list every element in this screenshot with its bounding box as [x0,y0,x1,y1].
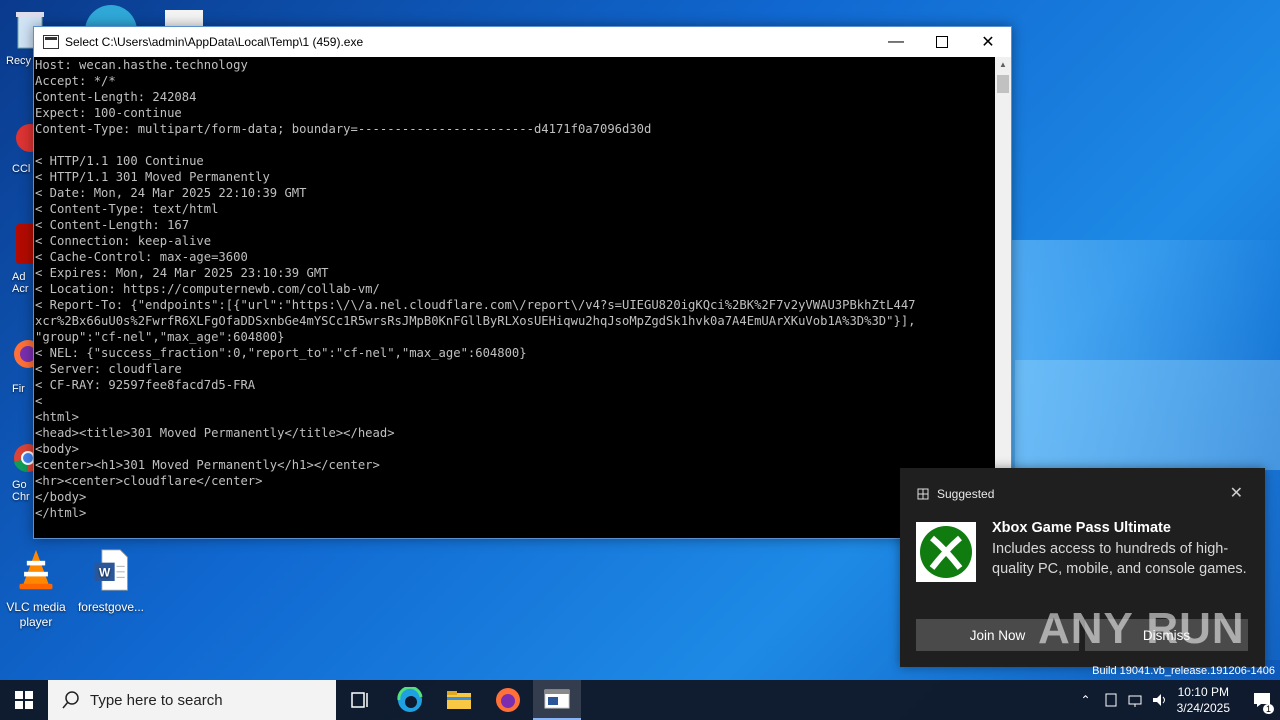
console-line: < Report-To: {"endpoints":[{"url":"https… [35,298,916,312]
vertical-scrollbar[interactable]: ▲ [995,57,1011,538]
task-view-button[interactable] [336,680,384,720]
notification-title: Xbox Game Pass Ultimate [992,520,1171,536]
console-line: < Connection: keep-alive [35,234,212,248]
console-line: xcr%2Bx66uU0s%2FwrfR6XLFgOfaDDSxnbGe4mYS… [35,314,916,328]
desktop-icon-label: VLC media player [6,600,66,629]
windows-logo-icon [15,691,33,709]
taskbar-edge-button[interactable] [386,680,434,720]
window-titlebar[interactable]: Select C:\Users\admin\AppData\Local\Temp… [34,27,1011,57]
console-line: Content-Type: multipart/form-data; bound… [35,122,652,136]
close-icon[interactable]: ✕ [1230,483,1243,503]
search-icon [62,691,79,709]
notification-center-button[interactable]: 1 [1244,680,1280,720]
desktop-icon-vlc[interactable]: VLC media player [0,548,72,630]
start-button[interactable] [0,680,48,720]
task-view-icon [351,692,368,708]
suggestion-icon [917,488,929,500]
minimize-button[interactable]: — [873,27,919,57]
clock-date: 3/24/2025 [1176,701,1230,715]
notification-description: Includes access to hundreds of high-qual… [992,541,1247,577]
console-line: Content-Length: 242084 [35,90,197,104]
console-line: < Location: https://computernewb.com/col… [35,282,380,296]
system-tray: ⌃ 10:10 PM 3/24/2025 1 [1081,680,1280,720]
console-line: <hr><center>cloudflare</center> [35,474,263,488]
console-line: "group":"cf-nel","max_age":604800} [35,330,285,344]
console-line: < Date: Mon, 24 Mar 2025 22:10:39 GMT [35,186,307,200]
taskbar-file-explorer-button[interactable] [435,680,483,720]
console-line: </html> [35,506,87,520]
console-output[interactable]: Host: wecan.hasthe.technology Accept: */*… [34,57,995,538]
vlc-cone-icon [19,549,53,590]
console-line: < [35,394,43,408]
wallpaper-light-beam [1015,360,1280,470]
console-line: < HTTP/1.1 100 Continue [35,154,204,168]
console-window[interactable]: Select C:\Users\admin\AppData\Local\Temp… [33,26,1012,539]
desktop-icon-word-doc[interactable]: W forestgove... [75,548,147,615]
console-app-icon [43,35,59,49]
scroll-up-arrow-icon[interactable]: ▲ [995,57,1011,73]
anyrun-watermark: ANY RUN [1038,604,1245,653]
console-line: <body> [35,442,80,456]
maximize-button[interactable] [919,27,965,57]
console-line: < HTTP/1.1 301 Moved Permanently [35,170,270,184]
scrollbar-thumb[interactable] [997,75,1009,93]
notification-header: Suggested [937,487,995,501]
firefox-icon [496,688,520,712]
console-line: < Content-Length: 167 [35,218,190,232]
taskbar-firefox-button[interactable] [484,680,532,720]
window-title: Select C:\Users\admin\AppData\Local\Temp… [65,35,364,49]
console-line: < Content-Type: text/html [35,202,219,216]
taskbar-clock[interactable]: 10:10 PM 3/24/2025 [1177,684,1230,716]
device-icon[interactable] [1103,692,1119,708]
word-document-icon: W [94,549,128,591]
console-line: < NEL: {"success_fraction":0,"report_to"… [35,346,527,360]
search-placeholder: Type here to search [90,691,223,709]
clock-time: 10:10 PM [1177,685,1229,699]
close-button[interactable]: ✕ [965,27,1011,57]
xbox-logo-icon [916,522,976,582]
edge-icon [397,687,423,712]
build-info: Build 19041.vb_release.191206-1406 [1092,665,1275,677]
notification-count-badge: 1 [1262,704,1274,714]
console-line: < CF-RAY: 92597fee8facd7d5-FRA [35,378,256,392]
console-line: Accept: */* [35,74,116,88]
console-line: <html> [35,410,80,424]
taskbar-search-box[interactable]: Type here to search [48,680,336,720]
network-icon[interactable] [1127,692,1143,708]
taskbar-console-button[interactable] [533,680,581,720]
console-line: <center><h1>301 Moved Permanently</h1></… [35,458,380,472]
console-line: < Cache-Control: max-age=3600 [35,250,248,264]
console-window-icon [544,689,570,709]
console-line: Expect: 100-continue [35,106,182,120]
console-line: <head><title>301 Moved Permanently</titl… [35,426,395,440]
console-line: </body> [35,490,87,504]
console-line: Host: wecan.hasthe.technology [35,58,248,72]
show-hidden-icons-chevron-icon[interactable]: ⌃ [1081,693,1091,707]
console-line: < Server: cloudflare [35,362,182,376]
volume-icon[interactable] [1151,692,1167,708]
desktop-icon-label: forestgove... [77,600,145,614]
console-line: < Expires: Mon, 24 Mar 2025 23:10:39 GMT [35,266,329,280]
folder-icon [447,691,471,709]
taskbar: Type here to search ⌃ 10:10 PM 3/24/2025… [0,680,1280,720]
svg-text:W: W [99,565,111,579]
